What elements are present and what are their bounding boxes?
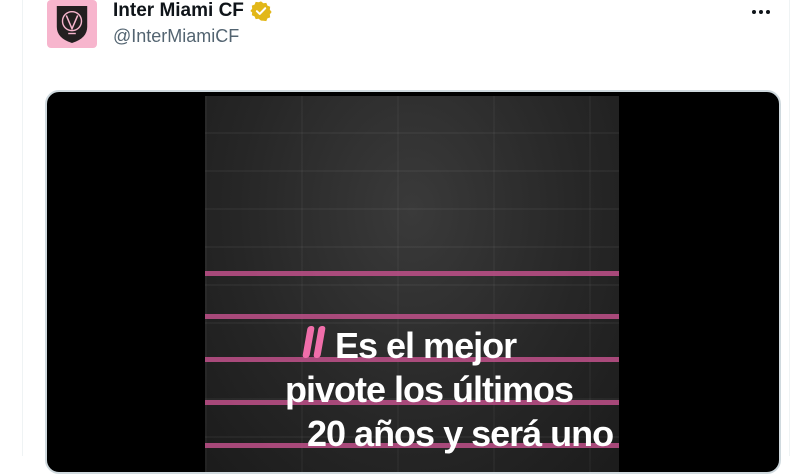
quote-line: 20 años y será uno <box>307 413 614 454</box>
pink-stripe <box>205 271 619 276</box>
media-video[interactable]: Es el mejor pivote los últimos 20 años y… <box>45 90 781 474</box>
display-name[interactable]: Inter Miami CF <box>113 0 244 22</box>
video-quote-text: Es el mejor pivote los últimos 20 años y… <box>265 324 614 456</box>
video-frame[interactable]: Es el mejor pivote los últimos 20 años y… <box>205 96 619 472</box>
name-row: Inter Miami CF <box>113 0 272 22</box>
more-options-icon[interactable] <box>747 2 775 22</box>
inter-miami-crest-icon <box>56 5 88 43</box>
quote-line: Es el mejor <box>335 325 517 366</box>
user-handle[interactable]: @InterMiamiCF <box>113 26 239 47</box>
pink-stripe <box>205 314 619 319</box>
quote-line: pivote los últimos <box>285 369 574 410</box>
verified-badge-icon <box>250 0 272 22</box>
avatar[interactable] <box>47 0 97 48</box>
tweet-card: Inter Miami CF @InterMiamiCF Es el mejor… <box>22 0 790 474</box>
